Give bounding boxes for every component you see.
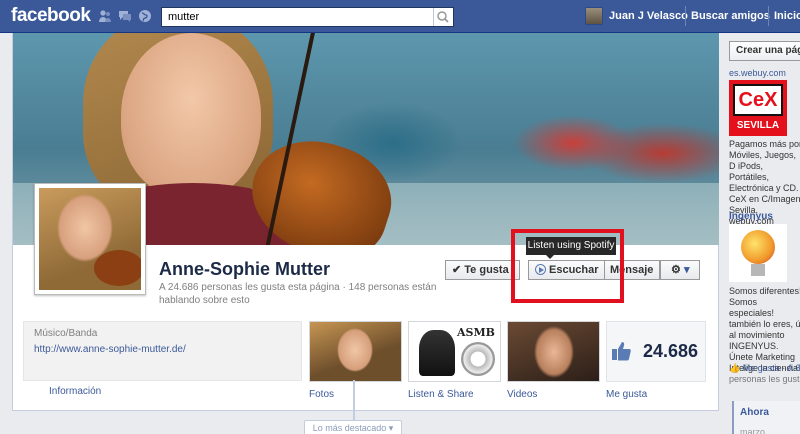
photos-tile[interactable] xyxy=(309,321,402,382)
notifications-globe-icon[interactable] xyxy=(138,9,152,23)
highlights-dropdown[interactable]: Lo más destacado ▾ xyxy=(304,420,402,434)
thumbs-up-icon xyxy=(612,342,631,361)
nav-divider xyxy=(685,6,686,26)
user-name-link[interactable]: Juan J Velasco xyxy=(609,10,688,22)
likes-count: 24.686 xyxy=(643,341,699,361)
timeline-now-link[interactable]: Ahora xyxy=(740,407,769,418)
settings-dropdown-button[interactable]: ⚙ ▾ xyxy=(660,260,700,280)
page-category: Músico/Banda xyxy=(34,328,98,339)
search-button[interactable] xyxy=(433,8,453,26)
page-timeline: Anne-Sophie Mutter A 24.686 personas les… xyxy=(12,33,719,411)
page-title[interactable]: Anne-Sophie Mutter xyxy=(159,259,330,280)
create-page-button[interactable]: Crear una pág xyxy=(729,41,800,61)
videos-tile-label[interactable]: Videos xyxy=(507,389,537,400)
cex-ad-image[interactable]: CeX SEVILLA xyxy=(729,80,787,136)
cex-city: SEVILLA xyxy=(736,120,780,131)
facebook-logo[interactable]: facebook xyxy=(11,5,91,27)
about-link[interactable]: Información xyxy=(49,386,101,397)
about-box: Músico/Banda http://www.anne-sophie-mutt… xyxy=(23,321,302,381)
chevron-down-icon: ▾ xyxy=(683,264,690,276)
message-button[interactable]: Mensaje xyxy=(604,260,660,280)
search-box xyxy=(161,7,454,27)
timeline-month-link[interactable]: marzo xyxy=(740,427,765,434)
find-friends-link[interactable]: Buscar amigos xyxy=(691,10,770,22)
photos-tile-label[interactable]: Fotos xyxy=(309,389,334,400)
like-button[interactable]: ✔ Te gusta xyxy=(445,260,520,280)
thumbs-up-icon: 👍 xyxy=(729,363,743,373)
spotify-tooltip: Listen using Spotify xyxy=(526,237,616,259)
nav-divider xyxy=(768,6,769,26)
user-avatar[interactable] xyxy=(585,7,603,25)
videos-tile[interactable] xyxy=(507,321,600,382)
play-icon xyxy=(535,264,546,275)
top-bar: facebook Juan J Velasco Buscar amigos In… xyxy=(0,0,800,33)
listen-share-tile-label[interactable]: Listen & Share xyxy=(408,389,474,400)
ad-like-link[interactable]: 👍 Me gusta · A 6 xyxy=(729,363,800,374)
listen-share-tile[interactable]: ASMB xyxy=(408,321,501,382)
profile-picture[interactable] xyxy=(34,183,146,295)
search-input[interactable] xyxy=(162,8,422,26)
check-icon: ✔ xyxy=(452,264,465,276)
gear-icon: ⚙ xyxy=(671,264,681,276)
messages-icon[interactable] xyxy=(118,9,132,23)
ad-source-link[interactable]: es.webuy.com xyxy=(729,68,786,78)
right-sidebar: Crear una pág es.webuy.com CeX SEVILLA P… xyxy=(726,33,800,434)
lightbulb-ad-image[interactable] xyxy=(729,224,787,282)
likes-tile-label[interactable]: Me gusta xyxy=(606,389,647,400)
friend-requests-icon[interactable] xyxy=(98,9,112,23)
search-icon xyxy=(437,11,449,23)
home-link[interactable]: Inicio xyxy=(774,10,800,22)
ad-title-link[interactable]: Ingenyus xyxy=(729,211,773,222)
listen-button[interactable]: Escuchar xyxy=(528,260,605,280)
ad-like-count: personas les gusta xyxy=(729,374,800,384)
cex-logo: CeX xyxy=(733,84,783,116)
ad-text: Somos diferentes! Somos especiales! tamb… xyxy=(729,286,800,373)
timeline-spine xyxy=(353,380,355,420)
page-stats: A 24.686 personas les gusta esta página … xyxy=(159,282,437,306)
website-link[interactable]: http://www.anne-sophie-mutter.de/ xyxy=(34,344,291,355)
